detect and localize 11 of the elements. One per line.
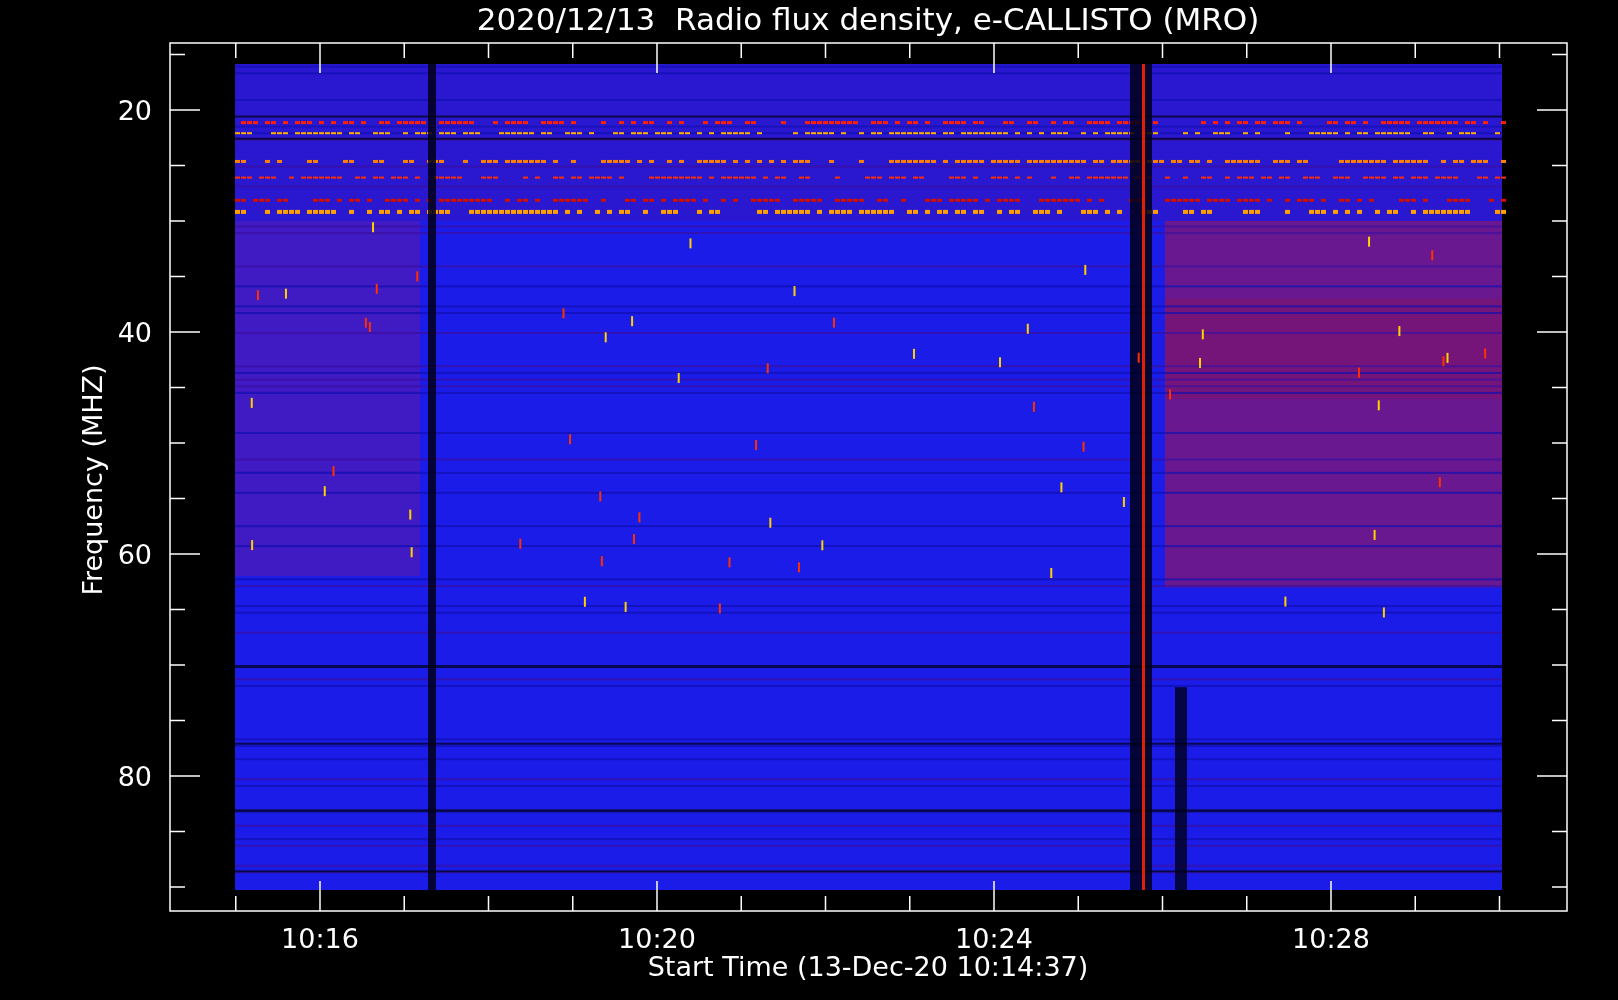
plot-title: 2020/12/13 Radio flux density, e-CALLISTO (MRO) [476, 1, 1260, 37]
y-tick-label: 80 [117, 761, 152, 792]
x-tick-label: 10:20 [618, 923, 696, 954]
x-tick-label: 10:16 [281, 923, 359, 954]
y-tick-label: 20 [117, 95, 152, 126]
x-tick-label: 10:28 [1292, 923, 1370, 954]
x-tick-label: 10:24 [955, 923, 1033, 954]
y-tick-label: 60 [117, 539, 152, 570]
x-axis-label: Start Time (13-Dec-20 10:14:37) [647, 951, 1089, 982]
y-tick-label: 40 [117, 317, 152, 348]
y-axis-label: Frequency (MHZ) [77, 364, 108, 596]
